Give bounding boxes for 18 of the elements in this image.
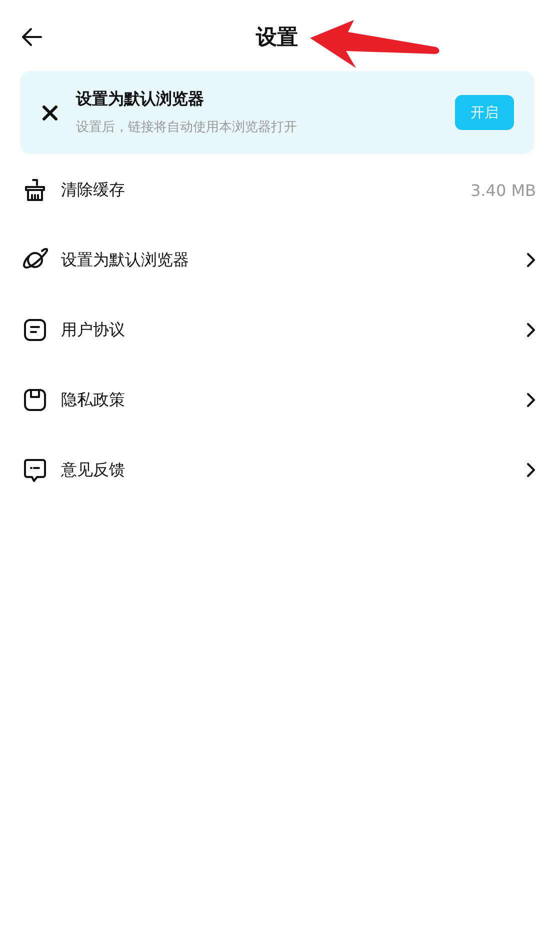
chevron-right-icon (526, 252, 536, 268)
banner-subtitle: 设置后，链接将自动使用本浏览器打开 (76, 119, 298, 136)
settings-item[interactable]: 用户协议 (0, 295, 554, 365)
chevron-right-icon (526, 322, 536, 338)
settings-item[interactable]: 清除缓存 3.40 MB (0, 155, 554, 225)
cache-size: 3.40 MB (470, 180, 536, 200)
chevron-right-icon (526, 462, 536, 478)
broom-icon (22, 177, 48, 203)
close-icon[interactable] (42, 104, 58, 120)
settings-item[interactable]: 意见反馈 (0, 435, 554, 505)
back-button[interactable] (20, 25, 44, 49)
chevron-right-icon (526, 392, 536, 408)
settings-item[interactable]: 设置为默认浏览器 (0, 225, 554, 295)
settings-item[interactable]: 隐私政策 (0, 365, 554, 435)
document-icon (22, 317, 48, 343)
banner-title: 设置为默认浏览器 (76, 89, 205, 110)
page-title: 设置 (256, 24, 298, 50)
chat-icon (22, 457, 48, 483)
